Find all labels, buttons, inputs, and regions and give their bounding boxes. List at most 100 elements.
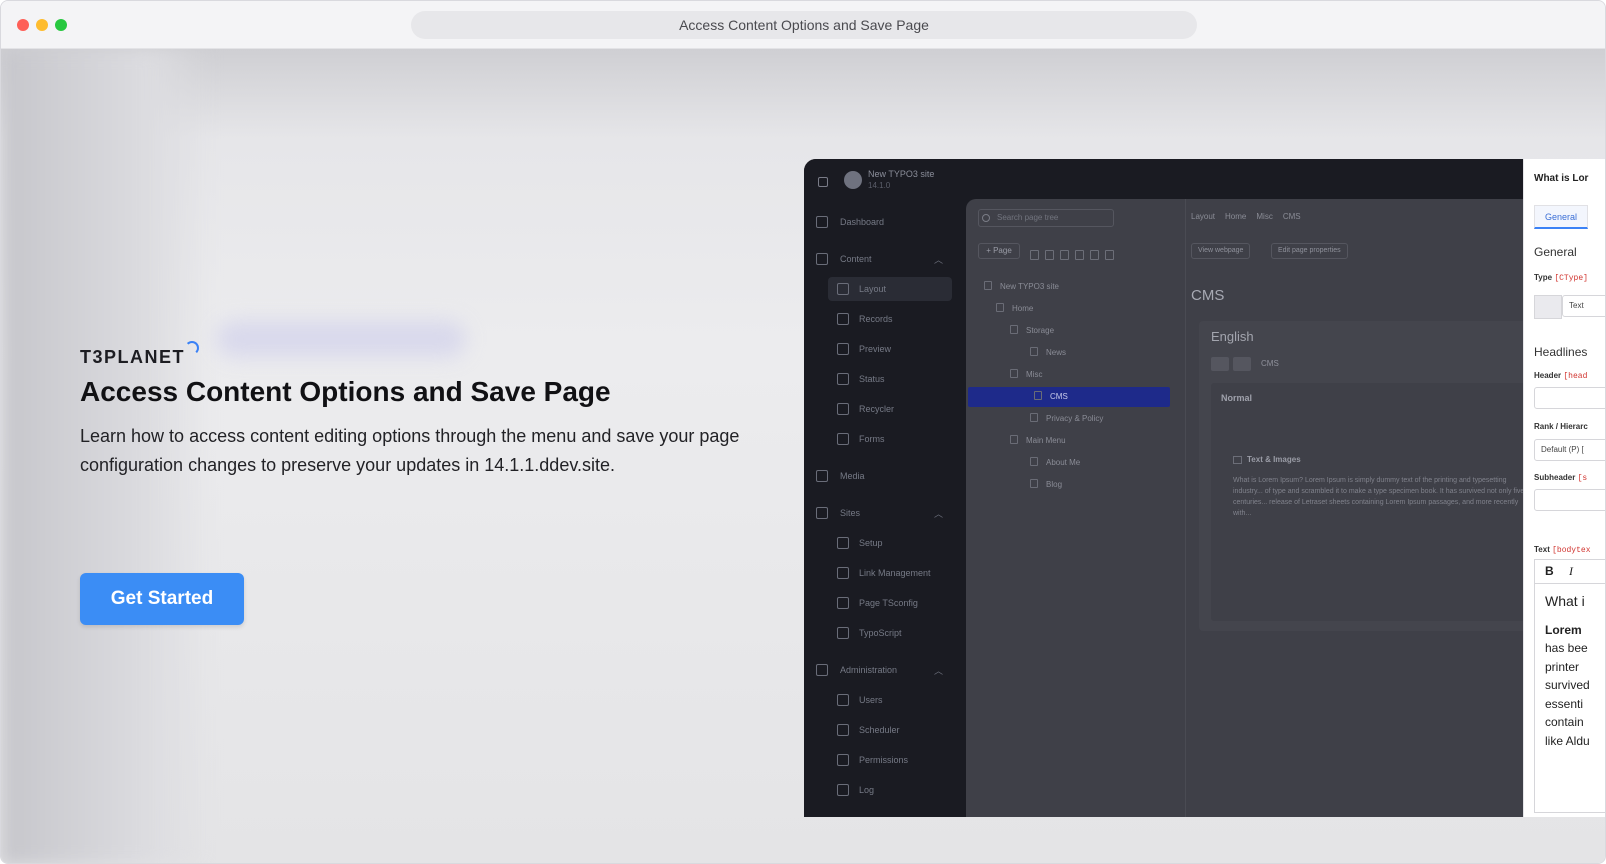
sidebar-item-label: Users — [859, 695, 883, 705]
sidebar-group-content[interactable]: Content ︿ — [804, 247, 954, 271]
tree-row-cms-selected[interactable]: CMS — [968, 387, 1170, 407]
sidebar-item-setup[interactable]: Setup — [804, 531, 954, 555]
doc-type-icon[interactable] — [1060, 250, 1069, 260]
sidebar-item-link-management[interactable]: Link Management — [804, 561, 954, 585]
typoscript-icon — [837, 627, 849, 639]
editor-title: What is Lor — [1534, 173, 1589, 184]
sidebar-item-page-tsconfig[interactable]: Page TSconfig — [804, 591, 954, 615]
tree-row-about[interactable]: About Me — [1030, 453, 1080, 473]
doc-type-icon[interactable] — [1045, 250, 1054, 260]
tab-general[interactable]: General — [1534, 205, 1588, 229]
sidebar-item-scheduler[interactable]: Scheduler — [804, 718, 954, 742]
maximize-window-button[interactable] — [55, 19, 67, 31]
tree-row-label: New TYPO3 site — [1000, 282, 1059, 291]
sidebar-item-label: Setup — [859, 538, 883, 548]
tree-row-root[interactable]: New TYPO3 site — [984, 277, 1059, 297]
tree-row-main-menu[interactable]: Main Menu — [1010, 431, 1066, 451]
bodytext-editor[interactable]: What i Lorem has bee printer survived es… — [1534, 583, 1605, 813]
sidebar-toggle-icon[interactable] — [818, 177, 828, 187]
sidebar-item-recycler[interactable]: Recycler — [804, 397, 954, 421]
breadcrumb-item[interactable]: Home — [1225, 212, 1246, 221]
pencil-icon[interactable] — [1233, 357, 1251, 371]
clock-icon — [837, 724, 849, 736]
page-tree-search-input[interactable]: Search page tree — [978, 209, 1114, 227]
sidebar-group-sites[interactable]: Sites ︿ — [804, 501, 954, 525]
field-code: [s — [1577, 474, 1588, 483]
close-window-button[interactable] — [17, 19, 29, 31]
sidebar-item-label: Recycler — [859, 404, 895, 414]
doc-type-icon[interactable] — [1030, 250, 1039, 260]
page-icon — [1010, 369, 1018, 378]
sidebar-item-status[interactable]: Status — [804, 367, 954, 391]
view-webpage-button[interactable]: View webpage — [1191, 243, 1251, 259]
tree-row-label: Misc — [1026, 370, 1043, 379]
content-element-title[interactable]: Text & Images — [1247, 455, 1301, 464]
brand-name: T3PLANET — [80, 347, 186, 367]
sidebar-item-dashboard[interactable]: Dashboard — [804, 210, 954, 234]
page-content: Layout Home Misc CMS View webpage Edit page… — [1187, 199, 1541, 817]
sidebar-item-label: Sites — [840, 508, 861, 518]
site-version: 14.1.0 — [868, 181, 891, 190]
section-headlines: Headlines — [1534, 345, 1588, 359]
dashboard-icon — [816, 216, 828, 228]
rank-select[interactable]: Default (P) [ — [1534, 439, 1605, 461]
hero-description: Learn how to access content editing opti… — [80, 426, 740, 475]
site-name: New TYPO3 site — [868, 169, 935, 179]
sidebar-item-layout[interactable]: Layout — [828, 277, 952, 301]
sidebar-item-label: Forms — [859, 434, 885, 444]
page-icon — [1034, 391, 1042, 400]
typo3-backend-preview: New TYPO3 site 14.1.0 Dashboard Content … — [804, 159, 1605, 817]
brand-orbit-icon — [185, 341, 200, 355]
folder-icon[interactable] — [1105, 250, 1114, 260]
breadcrumb-item[interactable]: CMS — [1283, 212, 1301, 221]
get-started-button[interactable]: Get Started — [80, 573, 244, 625]
language-column: English CMS Normal Text & Images What is… — [1199, 321, 1541, 631]
text-image-icon — [1233, 456, 1242, 464]
minimize-window-button[interactable] — [36, 19, 48, 31]
sidebar-item-preview[interactable]: Preview — [804, 337, 954, 361]
sidebar-item-permissions[interactable]: Permissions — [804, 748, 954, 772]
bold-button[interactable]: B — [1545, 564, 1554, 578]
type-field-label: Type [CType] — [1534, 273, 1588, 283]
field-label: Type — [1534, 273, 1553, 282]
subheader-input[interactable] — [1534, 489, 1605, 511]
rte-line: has bee — [1545, 641, 1588, 655]
header-field-label: Header [head — [1534, 371, 1587, 381]
tree-row-privacy[interactable]: Privacy & Policy — [1030, 409, 1103, 429]
trash-icon[interactable] — [1075, 250, 1084, 260]
log-icon — [837, 784, 849, 796]
sidebar-item-typoscript[interactable]: TypoScript — [804, 621, 954, 645]
italic-button[interactable]: I — [1569, 564, 1573, 579]
new-page-button[interactable]: + Page — [978, 243, 1020, 259]
sidebar-item-users[interactable]: Users — [804, 688, 954, 712]
header-input[interactable] — [1534, 387, 1605, 409]
sidebar-item-label: Permissions — [859, 755, 909, 765]
field-code: [bodytex — [1552, 546, 1591, 555]
tree-row-news[interactable]: News — [1030, 343, 1066, 363]
home-icon — [996, 303, 1004, 312]
sidebar-item-media[interactable]: Media — [804, 464, 954, 488]
tree-row-misc[interactable]: Misc — [1010, 365, 1042, 385]
sidebar-item-records[interactable]: Records — [804, 307, 954, 331]
sidebar-item-log[interactable]: Log — [804, 778, 954, 802]
layout-icon — [837, 283, 849, 295]
browser-window: Access Content Options and Save Page T3P… — [0, 0, 1606, 864]
eye-icon[interactable] — [1211, 357, 1229, 371]
tree-row-home[interactable]: Home — [996, 299, 1033, 319]
edit-page-properties-button[interactable]: Edit page properties — [1271, 243, 1348, 259]
language-label: English — [1211, 329, 1254, 344]
sidebar-item-label: Records — [859, 314, 893, 324]
breadcrumb-item[interactable]: Layout — [1191, 212, 1215, 221]
sidebar-item-forms[interactable]: Forms — [804, 427, 954, 451]
type-select[interactable]: Text — [1562, 295, 1605, 317]
sidebar-group-administration[interactable]: Administration ︿ — [804, 658, 954, 682]
tree-row-blog[interactable]: Blog — [1030, 475, 1062, 495]
chevron-up-icon: ︿ — [934, 509, 944, 519]
sidebar-item-label: Dashboard — [840, 217, 885, 227]
brand-logo: T3PLANET — [80, 341, 200, 368]
link-icon[interactable] — [1090, 250, 1099, 260]
tree-row-storage[interactable]: Storage — [1010, 321, 1054, 341]
folder-icon — [1030, 347, 1038, 356]
breadcrumb-item[interactable]: Misc — [1256, 212, 1272, 221]
preview-icon — [837, 343, 849, 355]
